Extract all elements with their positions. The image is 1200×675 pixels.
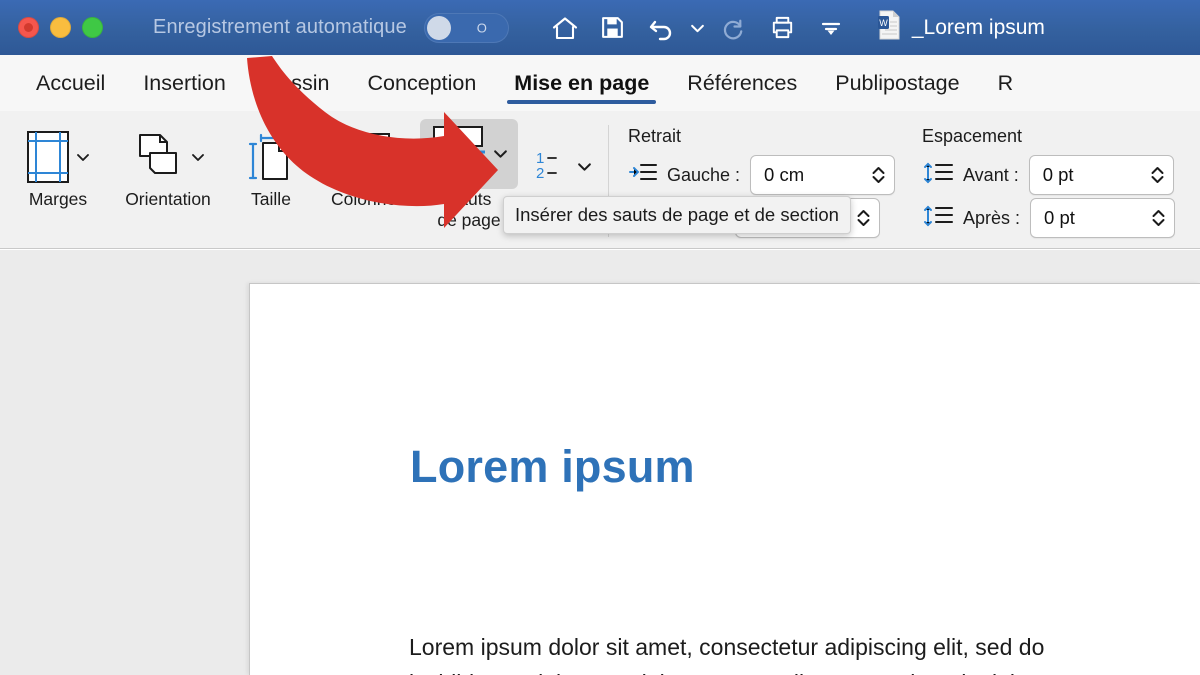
tab-label: Références [687, 70, 798, 95]
ribbon-label-taille: Taille [251, 189, 291, 209]
zoom-window-button[interactable] [82, 17, 103, 38]
spacing-after-label: Après : [963, 207, 1021, 228]
ribbon-label-marges: Marges [28, 189, 88, 209]
word-document-icon: W [877, 10, 902, 45]
autosave-toggle-knob [426, 15, 451, 40]
tab-references[interactable]: Références [668, 55, 816, 111]
tab-conception[interactable]: Conception [349, 55, 496, 111]
line-numbers-control[interactable]: 1 2 [534, 129, 592, 199]
home-icon[interactable] [541, 6, 589, 50]
spacing-before-value: 0 pt [1042, 164, 1074, 185]
spacing-before-row: Avant : 0 pt [922, 155, 1174, 195]
undo-dropdown-chevron-icon[interactable] [685, 6, 711, 50]
spacing-after-input[interactable]: 0 pt [1030, 198, 1176, 238]
close-window-button[interactable] [18, 17, 39, 38]
tab-label: Dessin [263, 70, 330, 95]
spacing-before-label: Avant : [963, 164, 1019, 185]
indent-left-icon [628, 161, 658, 190]
line-numbers-icon: 1 2 [534, 148, 570, 187]
spacing-after-row: Après : 0 pt [922, 198, 1176, 238]
page-break-control[interactable] [420, 119, 518, 189]
stepper-arrows[interactable] [856, 209, 871, 227]
tab-label: Insertion [143, 70, 226, 95]
quick-access-toolbar [541, 6, 855, 50]
document-title-area: W _Lorem ipsum [877, 10, 1045, 45]
tab-label: Publipostage [835, 70, 960, 95]
tab-label: Conception [367, 70, 477, 95]
redo-icon[interactable] [711, 6, 759, 50]
autosave-label: Enregistrement automatique [153, 16, 407, 38]
ribbon-button-colonnes[interactable]: Colonnes [312, 119, 424, 210]
ribbon-button-numeros-de-ligne[interactable]: 1 2 [518, 129, 608, 199]
undo-icon[interactable] [637, 6, 685, 50]
autosave-toggle[interactable]: O [423, 12, 509, 43]
size-icon [246, 119, 296, 189]
ribbon-label-line1: Sauts [446, 189, 492, 209]
chevron-down-icon[interactable] [577, 161, 592, 174]
indent-left-value: 0 cm [764, 164, 805, 185]
svg-text:2: 2 [536, 165, 544, 182]
chevron-down-icon[interactable] [493, 148, 508, 161]
document-line: incididunt ut labore et dolore magna ali… [409, 665, 1200, 675]
tab-insertion[interactable]: Insertion [124, 55, 244, 111]
tab-accueil[interactable]: Accueil [17, 55, 124, 111]
autosave-toggle-state: O [476, 20, 487, 35]
minimize-window-button[interactable] [50, 17, 71, 38]
margins-icon [26, 119, 90, 189]
ribbon-tab-bar: Accueil Insertion Dessin Conception Mise… [0, 55, 1200, 111]
document-line: Lorem ipsum dolor sit amet, consectetur … [409, 634, 1045, 660]
customize-toolbar-icon[interactable] [807, 6, 855, 50]
print-icon[interactable] [759, 6, 807, 50]
document-title: _Lorem ipsum [911, 15, 1045, 39]
ribbon-label-orientation: Orientation [125, 189, 211, 209]
indent-left-row: Gauche : 0 cm [628, 155, 896, 195]
ribbon-button-sauts-de-page[interactable]: Sauts de page [420, 119, 518, 231]
document-paragraph: Lorem ipsum dolor sit amet, consectetur … [409, 629, 1200, 675]
spacing-after-icon [922, 204, 954, 233]
tab-revision[interactable]: R [979, 55, 1033, 111]
spacing-before-input[interactable]: 0 pt [1028, 155, 1174, 195]
document-area: Lorem ipsum Lorem ipsum dolor sit amet, … [0, 250, 1200, 675]
group-title-retrait: Retrait [628, 126, 682, 146]
ribbon-button-taille[interactable]: Taille [232, 119, 310, 210]
stepper-arrows[interactable] [1151, 209, 1166, 227]
ribbon-button-marges[interactable]: Marges [10, 119, 106, 210]
ribbon-label-colonnes: Colonnes [331, 189, 405, 209]
columns-icon [344, 119, 392, 189]
tab-dessin[interactable]: Dessin [245, 55, 349, 111]
chevron-down-icon[interactable] [76, 151, 90, 164]
indent-left-label: Gauche : [667, 164, 741, 185]
ribbon-label-sauts-de-page: Sauts de page [437, 189, 500, 231]
tab-label: Mise en page [514, 70, 650, 95]
tab-label: Accueil [36, 70, 106, 95]
tab-publipostage[interactable]: Publipostage [816, 55, 978, 111]
tooltip-sauts-de-page: Insérer des sauts de page et de section [503, 196, 851, 234]
save-icon[interactable] [589, 6, 637, 50]
spacing-before-icon [922, 161, 954, 190]
orientation-icon [132, 119, 205, 189]
tab-mise-en-page[interactable]: Mise en page [495, 55, 668, 111]
word-window: Enregistrement automatique O W _Lorem ip… [0, 0, 1200, 675]
ribbon-label-line2: de page [437, 210, 501, 230]
svg-text:W: W [879, 18, 888, 28]
chevron-down-icon[interactable] [191, 151, 205, 164]
title-bar: Enregistrement automatique O W _Lorem ip… [0, 0, 1200, 55]
ribbon-button-orientation[interactable]: Orientation [98, 119, 238, 210]
stepper-arrows[interactable] [871, 166, 886, 184]
group-title-espacement: Espacement [922, 126, 1023, 146]
window-controls [18, 17, 103, 38]
document-page[interactable]: Lorem ipsum Lorem ipsum dolor sit amet, … [249, 283, 1200, 675]
indent-left-input[interactable]: 0 cm [750, 155, 896, 195]
document-heading: Lorem ipsum [410, 441, 695, 492]
spacing-after-value: 0 pt [1044, 207, 1075, 228]
tab-label: R [997, 70, 1014, 95]
stepper-arrows[interactable] [1150, 166, 1165, 184]
page-break-icon [430, 123, 486, 186]
